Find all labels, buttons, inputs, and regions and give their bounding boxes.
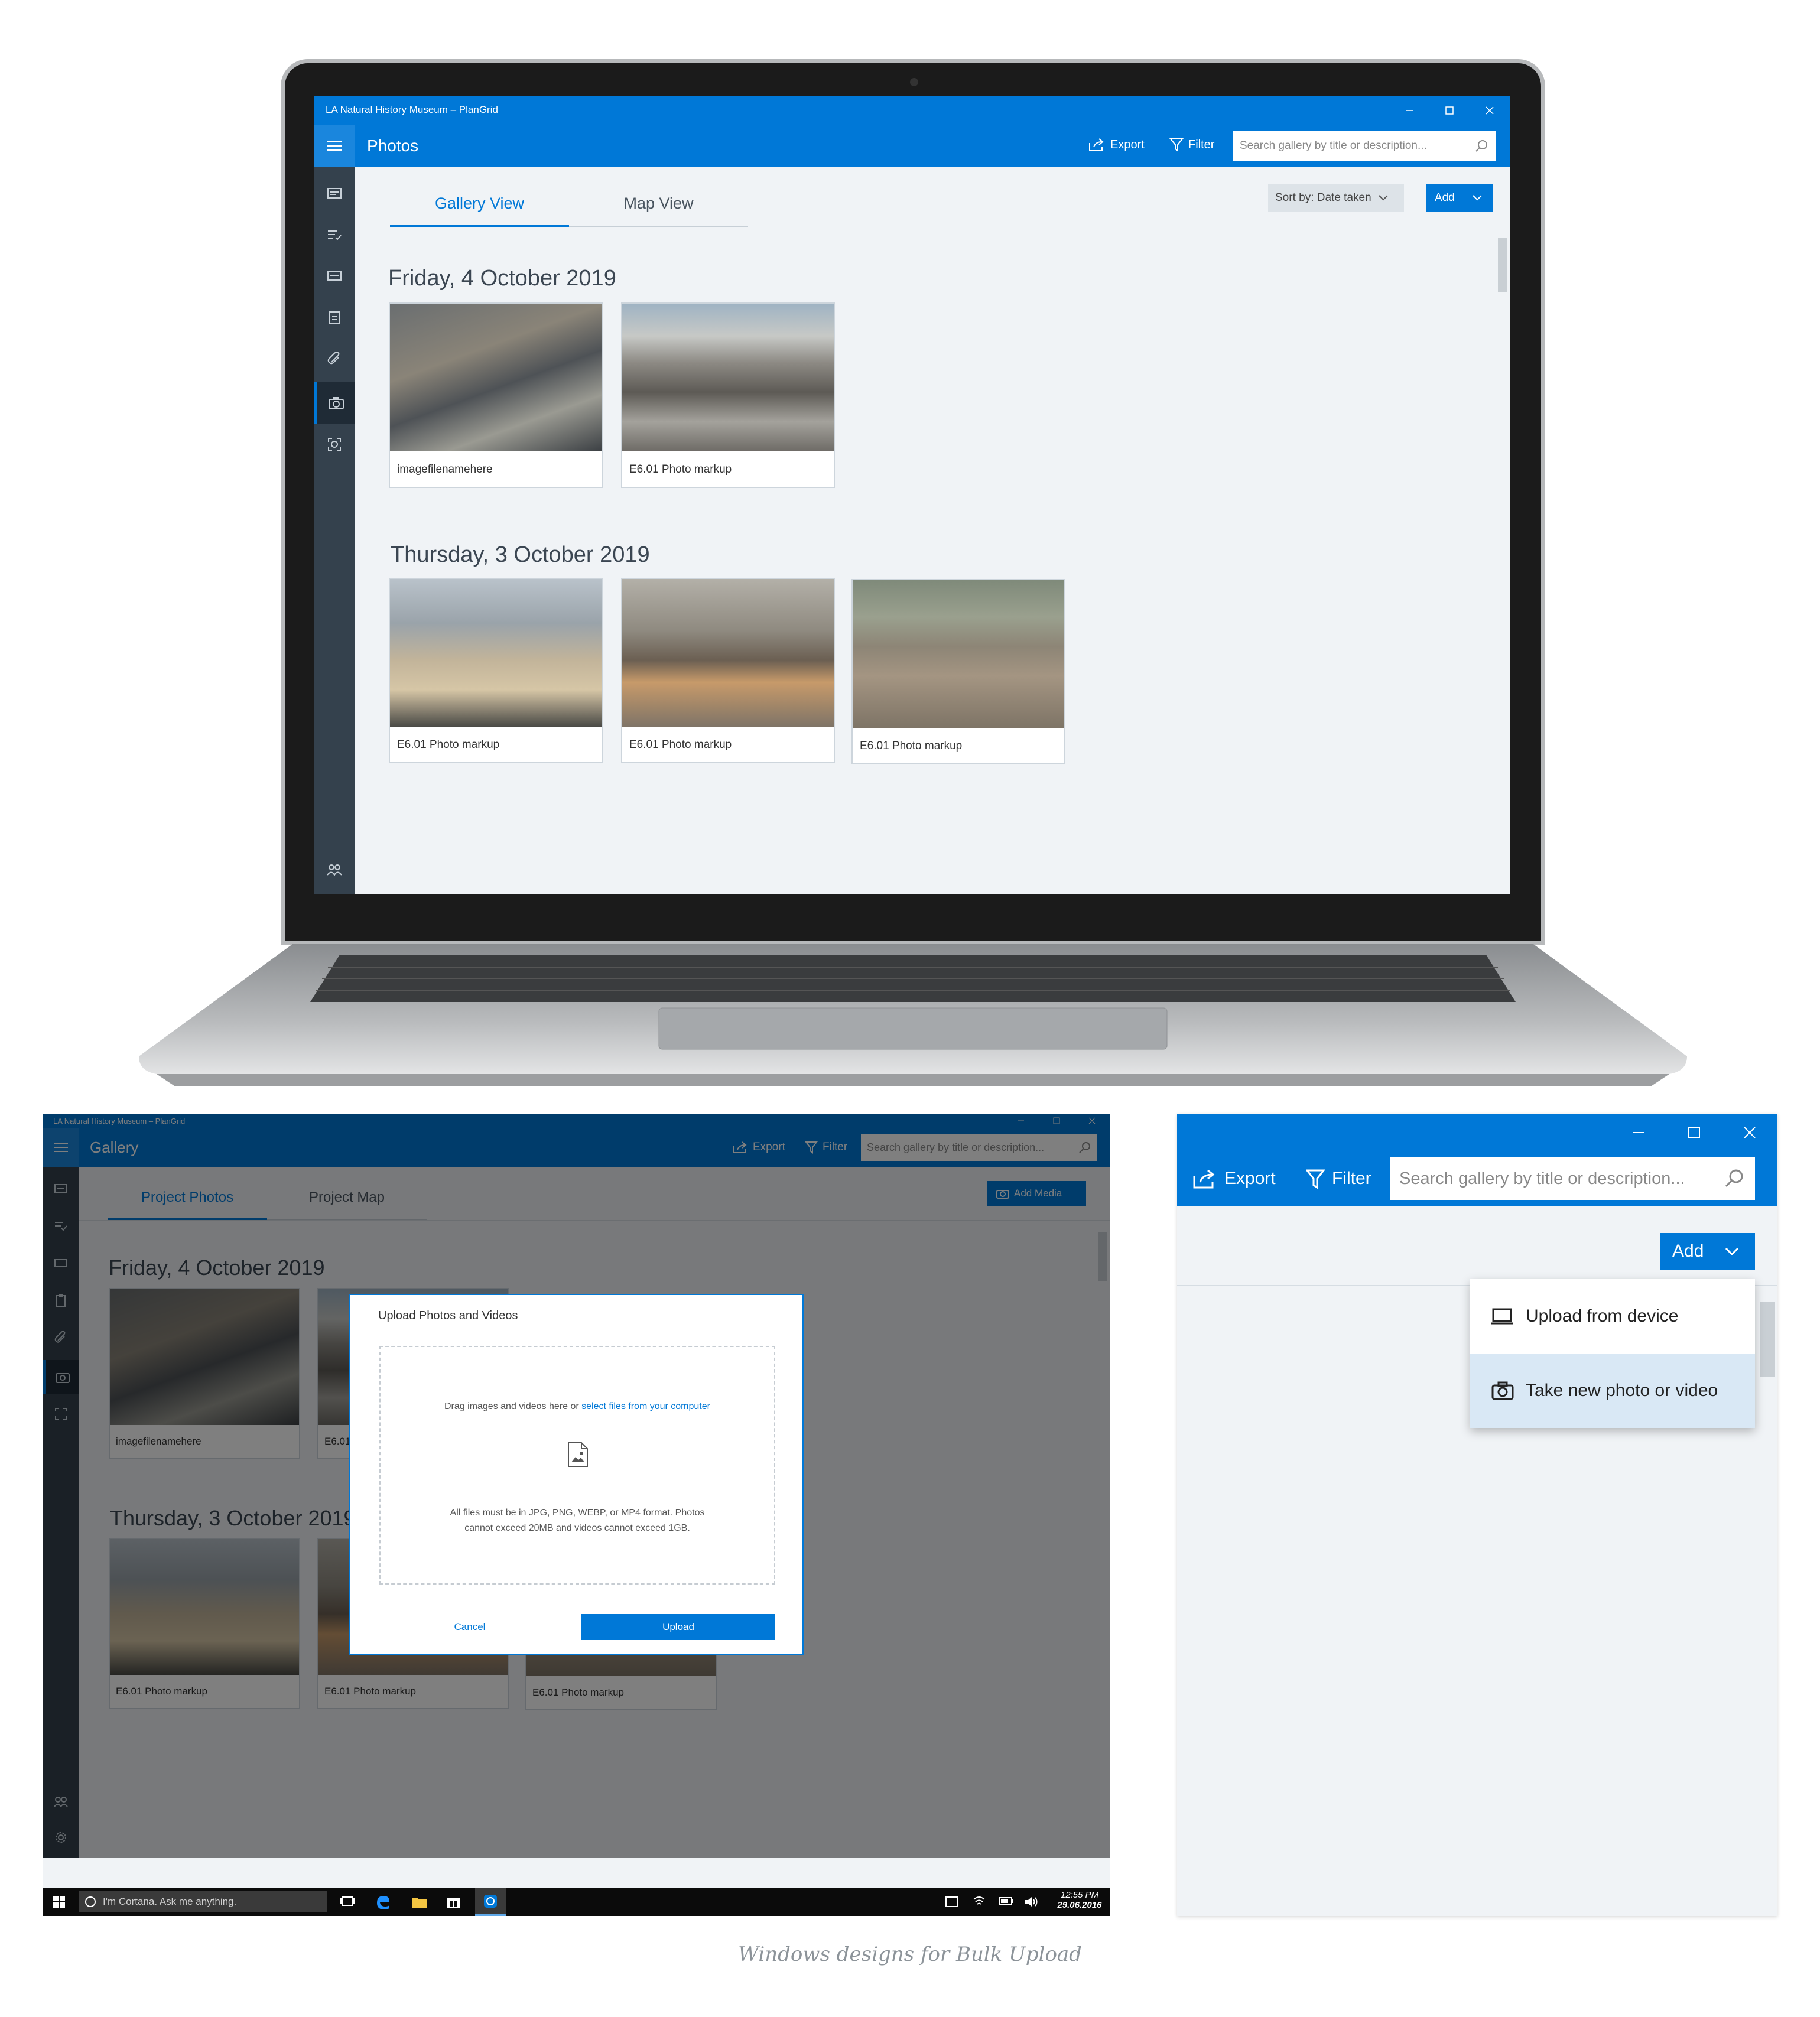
maximize-icon[interactable]: [1666, 1114, 1722, 1151]
capture-icon[interactable]: [314, 427, 355, 462]
scrollbar[interactable]: [1498, 238, 1507, 292]
funnel-icon: [1306, 1168, 1325, 1189]
wifi-icon[interactable]: [973, 1896, 986, 1907]
volume-icon[interactable]: [1025, 1896, 1039, 1908]
window-titlebar: LA Natural History Museum – PlanGrid: [314, 96, 1510, 125]
hamburger-icon[interactable]: [314, 125, 355, 167]
chevron-down-icon: [1378, 195, 1388, 201]
team-icon[interactable]: [314, 852, 355, 887]
select-files-link[interactable]: select files from your computer: [581, 1401, 710, 1411]
photo-thumbnail: [390, 304, 602, 451]
photo-card[interactable]: imagefilenamehere: [389, 302, 603, 488]
filter-button[interactable]: Filter: [1306, 1168, 1372, 1189]
upload-dialog-window: LA Natural History Museum – PlanGrid Gal…: [43, 1114, 1110, 1916]
cancel-button[interactable]: Cancel: [379, 1614, 560, 1640]
add-button[interactable]: Add: [1660, 1233, 1755, 1270]
window-controls: [1611, 1114, 1777, 1151]
photo-thumbnail: [390, 579, 602, 727]
drop-instructions: Drag images and videos here or select fi…: [444, 1401, 710, 1411]
add-menu-dropdown: Upload from device Take new photo or vid…: [1470, 1279, 1755, 1428]
photo-thumbnail: [622, 579, 834, 727]
tab-map-view[interactable]: Map View: [569, 184, 748, 227]
page-title: Photos: [367, 136, 419, 155]
rfi-icon[interactable]: [314, 258, 355, 294]
tasks-icon[interactable]: [314, 217, 355, 252]
battery-icon[interactable]: [999, 1897, 1014, 1905]
webcam: [910, 78, 918, 86]
photo-card[interactable]: E6.01 Photo markup: [621, 302, 835, 488]
plangrid-taskbar-icon[interactable]: [475, 1888, 506, 1916]
nav-rail: [314, 167, 355, 894]
sheets-icon[interactable]: [314, 175, 355, 211]
store-icon[interactable]: [447, 1895, 461, 1909]
windows-taskbar: I'm Cortana. Ask me anything. 12:55 PM 2…: [43, 1888, 1110, 1916]
search-input[interactable]: Search gallery by title or description..…: [1233, 131, 1496, 161]
photo-thumbnail: [622, 304, 834, 451]
photo-card[interactable]: E6.01 Photo markup: [389, 578, 603, 763]
chevron-down-icon: [1725, 1247, 1739, 1255]
upload-modal: Upload Photos and Videos Drag images and…: [349, 1294, 804, 1655]
drop-zone[interactable]: Drag images and videos here or select fi…: [379, 1346, 775, 1585]
laptop-base: [139, 944, 1687, 1086]
gallery-content: Gallery View Map View Sort by: Date take…: [355, 167, 1510, 894]
date-heading: Thursday, 3 October 2019: [391, 542, 650, 567]
laptop-icon: [1490, 1307, 1514, 1325]
modal-title: Upload Photos and Videos: [378, 1309, 518, 1322]
minimize-icon[interactable]: [1611, 1114, 1666, 1151]
action-center-icon[interactable]: [945, 1896, 958, 1907]
share-icon: [1088, 137, 1106, 152]
photos-icon[interactable]: [314, 382, 355, 424]
window-titlebar: [1177, 1114, 1777, 1151]
camera-icon: [1491, 1381, 1514, 1400]
export-button[interactable]: Export: [1192, 1168, 1276, 1189]
funnel-icon: [1169, 137, 1184, 152]
app-bar: Export Filter Search gallery by title or…: [1177, 1151, 1777, 1206]
figure-caption: Windows designs for Bulk Upload: [738, 1943, 1082, 1966]
maximize-icon[interactable]: [1429, 96, 1470, 125]
search-icon: [1724, 1168, 1744, 1188]
chevron-down-icon: [1473, 195, 1482, 201]
add-menu-zoom-panel: Export Filter Search gallery by title or…: [1177, 1114, 1777, 1916]
window-title: LA Natural History Museum – PlanGrid: [326, 104, 498, 115]
photo-thumbnail: [853, 580, 1064, 728]
task-view-icon[interactable]: [340, 1896, 355, 1908]
upload-button[interactable]: Upload: [581, 1614, 775, 1640]
clock[interactable]: 12:55 PM 29.06.2016: [1053, 1890, 1106, 1910]
export-button[interactable]: Export: [1088, 137, 1145, 152]
cortana-search[interactable]: I'm Cortana. Ask me anything.: [79, 1891, 327, 1912]
clipboard-icon[interactable]: [314, 300, 355, 335]
menu-item-take-new-photo[interactable]: Take new photo or video: [1470, 1354, 1755, 1428]
sort-dropdown[interactable]: Sort by: Date taken: [1268, 184, 1404, 212]
close-icon[interactable]: [1722, 1114, 1777, 1151]
date-heading: Friday, 4 October 2019: [388, 266, 616, 291]
filter-button[interactable]: Filter: [1169, 137, 1214, 152]
app-bar: Photos Export Filter Search gallery by t…: [314, 125, 1510, 167]
share-icon: [1192, 1168, 1217, 1189]
edge-icon[interactable]: [375, 1894, 391, 1910]
menu-item-upload-from-device[interactable]: Upload from device: [1470, 1279, 1755, 1354]
cortana-icon: [84, 1895, 97, 1908]
image-file-icon: [567, 1442, 589, 1468]
search-input[interactable]: Search gallery by title or description..…: [1390, 1157, 1755, 1200]
laptop-screen: LA Natural History Museum – PlanGrid Pho…: [314, 96, 1510, 894]
photo-card[interactable]: E6.01 Photo markup: [852, 579, 1065, 764]
file-explorer-icon[interactable]: [411, 1895, 428, 1909]
add-button[interactable]: Add: [1426, 184, 1493, 212]
start-icon[interactable]: [53, 1896, 65, 1908]
window-controls: [1389, 96, 1510, 125]
search-icon: [1474, 139, 1488, 153]
attachment-icon[interactable]: [314, 341, 355, 376]
photo-card[interactable]: E6.01 Photo markup: [621, 578, 835, 763]
file-requirements: All files must be in JPG, PNG, WEBP, or …: [450, 1508, 705, 1533]
minimize-icon[interactable]: [1389, 96, 1429, 125]
scrollbar[interactable]: [1760, 1302, 1775, 1377]
tab-gallery-view[interactable]: Gallery View: [390, 184, 569, 227]
close-icon[interactable]: [1470, 96, 1510, 125]
